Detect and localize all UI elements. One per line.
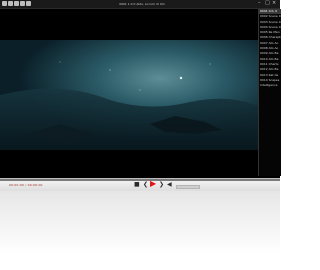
- menu-icon[interactable]: [2, 1, 7, 6]
- open-file-icon[interactable]: [8, 1, 13, 6]
- playlist-item[interactable]: 0012 Ato Ba: [259, 67, 281, 72]
- playlist-item[interactable]: 0009 Ato Ba: [259, 51, 281, 56]
- title-bar: 0001 1.0 0 Aldo, al com dr 0m – □ ×: [0, 0, 280, 9]
- playlist-item[interactable]: Intelligence: [259, 83, 281, 88]
- reflection: [0, 191, 280, 270]
- info-icon[interactable]: [26, 1, 31, 6]
- playlist-item[interactable]: 0006 Charapter: [259, 35, 281, 40]
- window-title: 0001 1.0 0 Aldo, al com dr 0m: [119, 2, 165, 6]
- stop-icon[interactable]: ■: [134, 181, 140, 189]
- time-display: 00:00:00 / 00:00:00: [9, 183, 43, 187]
- volume-icon[interactable]: ◀: [167, 181, 172, 189]
- maximize-icon[interactable]: □: [265, 1, 270, 6]
- playlist-panel: 0001 0.0, 0 0002 Scene 0 0003 Scene 0 00…: [258, 9, 281, 176]
- play-icon[interactable]: ▶: [150, 180, 156, 188]
- playlist-icon[interactable]: [20, 1, 25, 6]
- minimize-icon[interactable]: –: [258, 1, 261, 6]
- close-icon[interactable]: ×: [272, 1, 276, 6]
- previous-icon[interactable]: ❮: [143, 181, 148, 189]
- media-player-window: 0001 1.0 0 Aldo, al com dr 0m – □ × 0001…: [0, 0, 281, 178]
- next-icon[interactable]: ❯: [159, 181, 164, 189]
- video-frame[interactable]: [0, 40, 258, 150]
- volume-slider[interactable]: [176, 185, 200, 189]
- settings-icon[interactable]: [14, 1, 19, 6]
- video-scene: [0, 40, 258, 150]
- playlist-item[interactable]: 0002 Scene 0: [259, 14, 281, 19]
- control-bar: 00:00:00 / 00:00:00 ■ ❮ ▶ ❯ ◀: [0, 178, 280, 192]
